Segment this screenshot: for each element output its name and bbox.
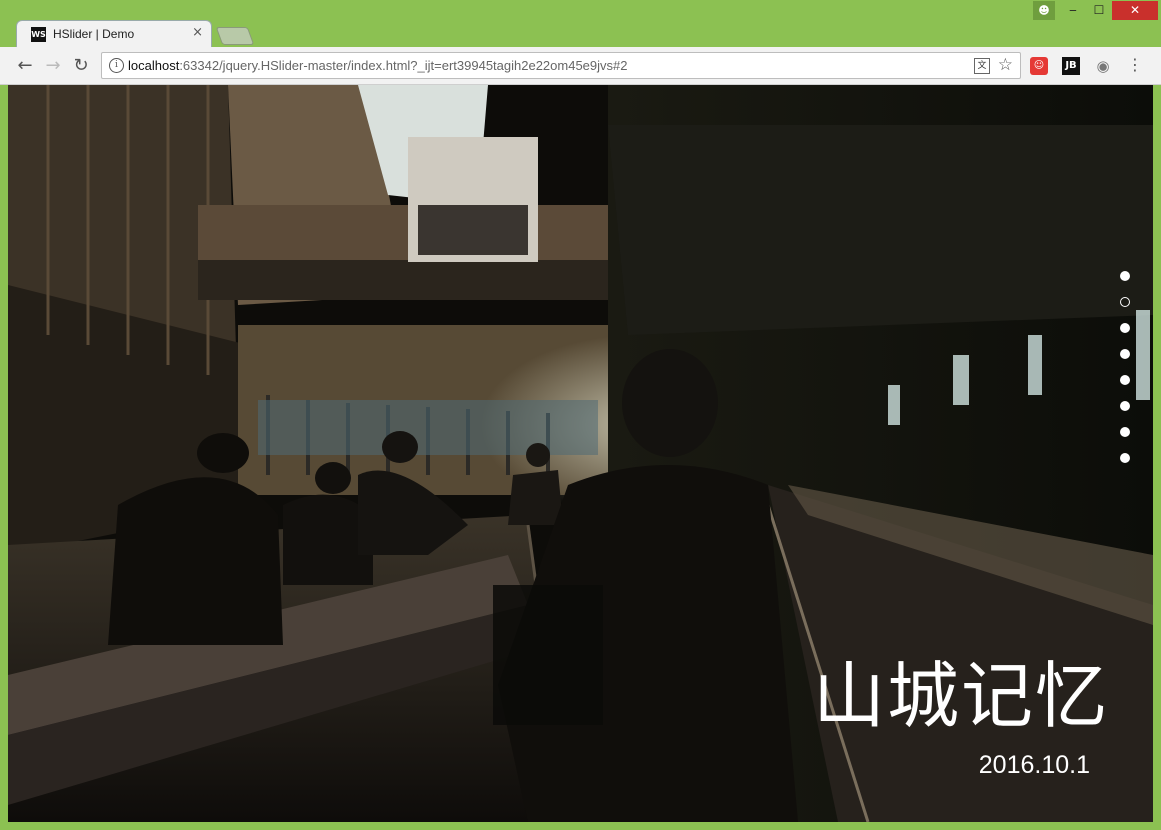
webstorm-favicon-icon: WS — [31, 27, 46, 42]
maximize-button[interactable]: ☐ — [1086, 1, 1112, 20]
jetbrains-extension-icon[interactable]: JB — [1062, 57, 1080, 75]
url-host: localhost — [128, 58, 180, 73]
page-viewport: 山城记忆 2016.10.1 — [8, 85, 1153, 822]
reload-icon[interactable]: ↻ — [70, 55, 92, 77]
new-tab-button[interactable] — [215, 27, 255, 45]
slide-title: 山城记忆 — [812, 654, 1109, 738]
minimize-button[interactable]: ‒ — [1060, 1, 1086, 20]
url-text[interactable]: localhost:63342/jquery.HSlider-master/in… — [128, 58, 627, 73]
back-arrow-icon[interactable]: ← — [14, 55, 36, 77]
close-window-button[interactable]: ✕ — [1112, 1, 1158, 20]
slide-dot-7[interactable] — [1120, 427, 1130, 437]
slider-pagination — [1120, 271, 1134, 479]
browser-toolbar: ← → ↻ i localhost:63342/jquery.HSlider-m… — [0, 47, 1161, 85]
tab-close-icon[interactable]: × — [192, 25, 203, 40]
browser-window: WS HSlider | Demo × ☻ ‒ ☐ ✕ ← → ↻ i loca… — [0, 0, 1161, 830]
slide-date: 2016.10.1 — [978, 751, 1090, 779]
address-bar[interactable]: i localhost:63342/jquery.HSlider-master/… — [101, 52, 1021, 79]
tab-title: HSlider | Demo — [53, 27, 135, 41]
forward-arrow-icon[interactable]: → — [42, 55, 64, 77]
slide-dot-1[interactable] — [1120, 271, 1130, 281]
site-info-icon[interactable]: i — [109, 58, 124, 73]
slide-dot-2-active[interactable] — [1120, 297, 1130, 307]
red-extension-icon[interactable]: ☺ — [1030, 57, 1048, 75]
slide-dot-3[interactable] — [1120, 323, 1130, 333]
slide-dot-6[interactable] — [1120, 401, 1130, 411]
bookmark-star-icon[interactable]: ☆ — [998, 55, 1013, 75]
translate-icon[interactable]: 文 — [974, 58, 990, 74]
tab-strip: WS HSlider | Demo × ☻ ‒ ☐ ✕ — [0, 0, 1161, 47]
slide-dot-5[interactable] — [1120, 375, 1130, 385]
tab-hslider-demo[interactable]: WS HSlider | Demo × — [16, 20, 212, 47]
browser-menu-icon[interactable]: ⋮ — [1127, 56, 1143, 74]
profile-icon[interactable]: ☻ — [1033, 1, 1055, 20]
slide-dot-8[interactable] — [1120, 453, 1130, 463]
camera-extension-icon[interactable]: ◉ — [1094, 57, 1112, 75]
url-path: :63342/jquery.HSlider-master/index.html?… — [179, 58, 628, 73]
slide-dot-4[interactable] — [1120, 349, 1130, 359]
